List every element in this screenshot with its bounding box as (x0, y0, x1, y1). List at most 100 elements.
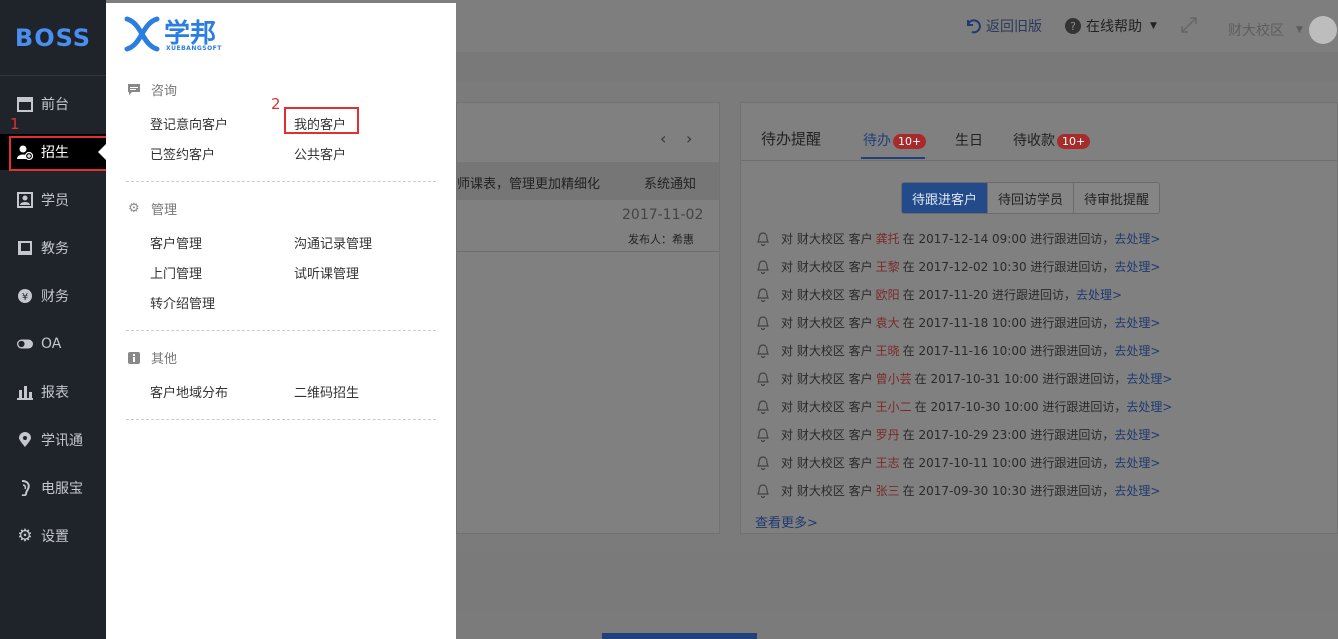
help-icon: ? (1065, 18, 1081, 34)
segment-approval-reminders[interactable]: 待审批提醒 (1074, 183, 1160, 213)
process-link[interactable]: 去处理> (1114, 454, 1160, 471)
news-panel: ‹ › 师课表，管理更加精细化 系统通知 2017-11-02 发布人：希惠 (456, 102, 720, 534)
todo-item: 对 财大校区 客户 王晓在 2017-11-16 10:00 进行跟进回访， 去处理… (755, 342, 1160, 359)
bell-icon (755, 315, 771, 331)
lower-panel (456, 552, 1338, 612)
menu-item-customer-management[interactable]: 客户管理 (150, 233, 202, 252)
customer-name[interactable]: 龚托 (876, 230, 900, 247)
section-divider (126, 330, 436, 331)
chevron-left-icon[interactable]: ‹ (660, 129, 666, 148)
sidebar-item-dianfubao[interactable]: 电服宝 (0, 470, 106, 506)
customer-name[interactable]: 罗丹 (876, 426, 900, 443)
process-link[interactable]: 去处理> (1114, 342, 1160, 359)
section-title-manage: ⚙ 管理 (128, 200, 178, 219)
section-divider (126, 181, 436, 182)
svg-text:?: ? (1070, 20, 1076, 33)
chevron-right-icon[interactable]: › (686, 129, 692, 148)
todo-item: 对 财大校区 客户 王黎在 2017-12-02 10:30 进行跟进回访， 去处理… (755, 258, 1160, 275)
xuebang-logo: 学邦 XUEBANGSOFT (124, 15, 221, 53)
bell-icon (755, 455, 771, 471)
process-link[interactable]: 去处理> (1076, 286, 1122, 303)
todo-item: 对 财大校区 客户 王小二在 2017-10-30 10:00 进行跟进回访， 去处… (755, 398, 1172, 415)
process-link[interactable]: 去处理> (1114, 482, 1160, 499)
sidebar-item-academic[interactable]: 教务 (0, 230, 106, 266)
reminder-tabs: 待办提醒 待办 10+ 生日 待收款 10+ (741, 103, 1337, 161)
active-tab-indicator (861, 157, 925, 159)
bell-icon (755, 231, 771, 247)
bell-icon (755, 483, 771, 499)
bell-icon (755, 371, 771, 387)
bar-chart-icon (17, 384, 33, 400)
toggle-icon (17, 336, 33, 352)
sidebar-item-students[interactable]: 学员 (0, 182, 106, 218)
process-link[interactable]: 去处理> (1114, 230, 1160, 247)
news-item[interactable]: 师课表，管理更加精细化 系统通知 (457, 162, 719, 200)
divider (457, 251, 719, 252)
avatar[interactable] (1308, 16, 1337, 44)
section-divider (126, 419, 436, 420)
info-icon (128, 351, 140, 364)
xuebang-logo-icon (124, 16, 160, 52)
news-publisher: 发布人：希惠 (628, 233, 694, 246)
tab-todo[interactable]: 待办 10+ (861, 130, 927, 159)
bell-icon (755, 287, 771, 303)
todo-item: 对 财大校区 客户 欧阳在 2017-11-20 进行跟进回访， 去处理> (755, 286, 1122, 303)
customer-name[interactable]: 王志 (876, 454, 900, 471)
sidebar-item-settings[interactable]: ⚙ 设置 (0, 518, 106, 554)
campus-switcher[interactable]: 财大校区 ▼ (1228, 16, 1337, 44)
svg-text:¥: ¥ (22, 292, 28, 303)
menu-item-visit-management[interactable]: 上门管理 (150, 263, 202, 282)
view-more-link[interactable]: 查看更多> (755, 512, 818, 531)
process-link[interactable]: 去处理> (1114, 426, 1160, 443)
menu-item-customer-region-distribution[interactable]: 客户地域分布 (150, 382, 228, 401)
menu-item-qrcode-enrollment[interactable]: 二维码招生 (294, 382, 359, 401)
back-old-version-link[interactable]: 返回旧版 (964, 16, 1042, 36)
highlight-box-step2 (284, 107, 359, 134)
menu-item-register-prospect[interactable]: 登记意向客户 (150, 114, 228, 133)
menu-item-communication-records[interactable]: 沟通记录管理 (294, 233, 372, 252)
phone-ear-icon (17, 480, 33, 496)
highlight-box-step1 (9, 136, 110, 171)
segment-revisit-students[interactable]: 待回访学员 (988, 183, 1075, 213)
chat-bubble-icon (128, 83, 140, 95)
customer-name[interactable]: 曾小芸 (876, 370, 912, 387)
sidebar-item-xuexuntong[interactable]: 学讯通 (0, 422, 106, 458)
enrollment-dropdown-menu: 学邦 XUEBANGSOFT 咨询 登记意向客户 我的客户 已签约客户 公共客户… (106, 3, 456, 639)
customer-name[interactable]: 王小二 (876, 398, 912, 415)
book-icon (17, 240, 33, 256)
main-sidebar: BOSS 前台 招生 学员 教务 ¥ 财务 OA 报表 学讯通 电服宝 ⚙ 设置 (0, 0, 106, 639)
calendar-icon (17, 96, 33, 112)
menu-item-signed-customers[interactable]: 已签约客户 (150, 144, 215, 163)
todo-item: 对 财大校区 客户 张三在 2017-09-30 10:30 进行跟进回访， 去处理… (755, 482, 1160, 499)
customer-name[interactable]: 袁大 (876, 314, 900, 331)
bell-icon (755, 343, 771, 359)
sidebar-item-reports[interactable]: 报表 (0, 374, 106, 410)
process-link[interactable]: 去处理> (1126, 370, 1172, 387)
undo-icon (967, 19, 981, 34)
sidebar-item-finance[interactable]: ¥ 财务 (0, 278, 106, 314)
fullscreen-button[interactable] (1180, 16, 1198, 34)
expand-icon (1181, 17, 1197, 33)
customer-name[interactable]: 欧阳 (876, 286, 900, 303)
process-link[interactable]: 去处理> (1114, 314, 1160, 331)
tab-pending-payment[interactable]: 待收款 10+ (1013, 130, 1091, 150)
segment-follow-up-customers[interactable]: 待跟进客户 (902, 183, 989, 213)
online-help-menu[interactable]: ? 在线帮助 ▼ (1064, 16, 1157, 36)
news-date: 2017-11-02 (622, 207, 704, 223)
menu-item-referral-management[interactable]: 转介绍管理 (150, 293, 215, 312)
todo-reminder-panel: 待办提醒 待办 10+ 生日 待收款 10+ 待跟进客户 待回访学员 待审批提醒 对… (740, 102, 1338, 534)
customer-name[interactable]: 王黎 (876, 258, 900, 275)
menu-item-public-customers[interactable]: 公共客户 (294, 144, 346, 163)
tab-birthday[interactable]: 生日 (955, 130, 983, 150)
process-link[interactable]: 去处理> (1114, 258, 1160, 275)
sidebar-item-oa[interactable]: OA (0, 326, 106, 362)
section-title-other: 其他 (128, 348, 177, 367)
customer-name[interactable]: 张三 (876, 482, 900, 499)
boss-logo: BOSS (0, 0, 106, 76)
todo-item: 对 财大校区 客户 曾小芸在 2017-10-31 10:00 进行跟进回访， 去处… (755, 370, 1172, 387)
reminder-segment-control: 待跟进客户 待回访学员 待审批提醒 (901, 182, 1161, 214)
menu-item-trial-class-management[interactable]: 试听课管理 (294, 263, 359, 282)
customer-name[interactable]: 王晓 (876, 342, 900, 359)
process-link[interactable]: 去处理> (1126, 398, 1172, 415)
step-number-1: 1 (10, 115, 20, 133)
